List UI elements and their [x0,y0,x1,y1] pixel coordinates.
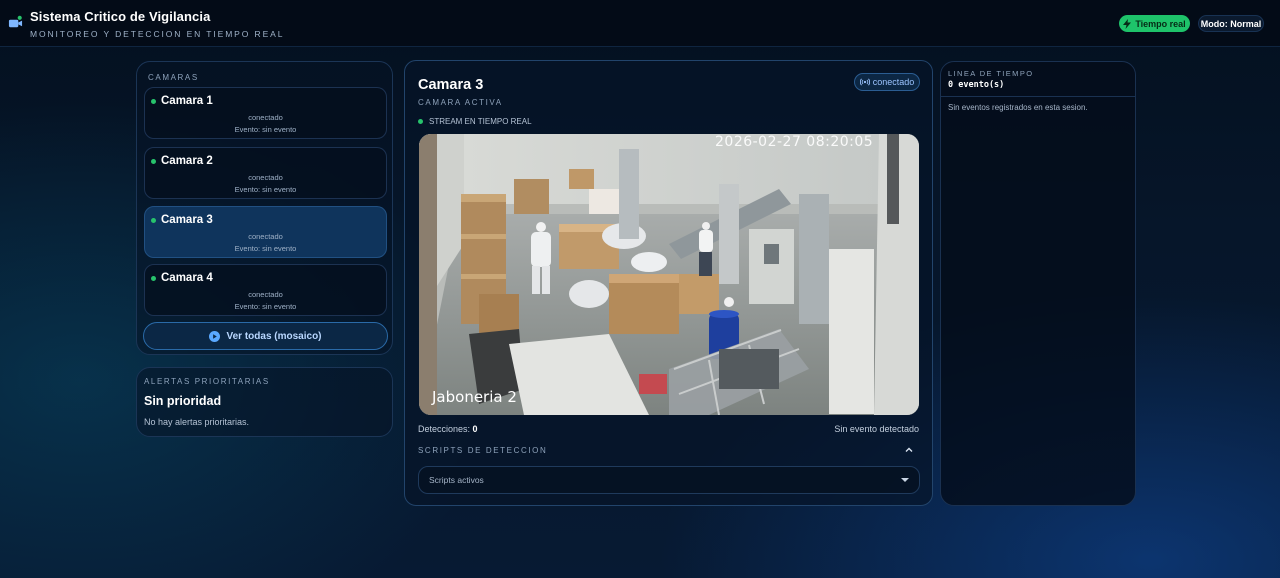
camera-status: conectado [248,113,283,122]
connection-badge: conectado [854,73,920,91]
camera-name: Camara 1 [161,95,213,107]
detections-label: Detecciones: [418,424,471,434]
online-status-dot [151,159,156,164]
active-camera-subtitle: CAMARA ACTIVA [418,98,503,107]
video-location-overlay: Jaboneria 2 [432,388,517,406]
camera-name: Camara 2 [161,155,213,167]
view-mosaic-label: Ver todas (mosaico) [226,330,322,342]
camera-card-1[interactable]: Camara 1 conectado Evento: sin evento [144,87,387,139]
video-feed[interactable]: 2026-02-27 08:20:05 Jaboneria 2 [419,134,919,415]
mode-badge: Modo: Normal [1198,15,1264,32]
broadcast-icon [859,78,870,86]
priority-alerts-panel: ALERTAS PRIORITARIAS Sin prioridad No ha… [136,367,393,437]
app-header: Sistema Critico de Vigilancia MONITOREO … [0,0,1280,47]
stream-label: STREAM EN TIEMPO REAL [429,117,532,126]
chevron-up-icon[interactable] [904,445,914,455]
alerts-empty-text: No hay alertas prioritarias. [144,417,250,427]
active-camera-panel: Camara 3 CAMARA ACTIVA conectado STREAM … [404,60,933,506]
app-subtitle: MONITOREO Y DETECCION EN TIEMPO REAL [30,29,285,39]
camera-event: Evento: sin evento [234,302,297,311]
scripts-dropdown-value: Scripts activos [429,475,484,485]
online-status-dot [151,276,156,281]
camera-name: Camara 4 [161,272,213,284]
app-title: Sistema Critico de Vigilancia [30,9,211,24]
play-circle-icon [209,330,221,342]
factory-video-frame [419,134,919,415]
scripts-dropdown[interactable]: Scripts activos [418,466,920,494]
live-badge-label: Tiempo real [1135,18,1186,29]
cameras-caption: CAMARAS [148,73,199,82]
camera-status: conectado [248,232,283,241]
camera-event: Evento: sin evento [234,185,297,194]
live-dot [418,119,423,124]
detections-count: 0 [472,424,478,434]
camera-card-3[interactable]: Camara 3 conectado Evento: sin evento [144,206,387,258]
online-status-dot [151,218,156,223]
video-timestamp-overlay: 2026-02-27 08:20:05 [715,134,874,150]
cameras-panel: CAMARAS Camara 1 conectado Evento: sin e… [136,61,393,355]
stream-indicator: STREAM EN TIEMPO REAL [418,117,532,126]
scripts-caption: SCRIPTS DE DETECCION [418,446,548,455]
view-mosaic-button[interactable]: Ver todas (mosaico) [143,322,388,350]
camera-card-2[interactable]: Camara 2 conectado Evento: sin evento [144,147,387,199]
online-status-dot [151,99,156,104]
camera-event: Evento: sin evento [234,125,297,134]
camera-status: conectado [248,290,283,299]
camera-event: Evento: sin evento [234,244,297,253]
detections-counter: Detecciones: 0 [418,424,478,434]
connection-badge-label: conectado [872,77,915,87]
timeline-event-count: 0 evento(s) [948,80,1005,90]
camera-status: conectado [248,173,283,182]
video-camera-icon [8,15,23,28]
active-camera-title: Camara 3 [418,77,484,93]
timeline-caption: LINEA DE TIEMPO [948,69,1034,78]
timeline-divider [941,96,1135,97]
lightning-icon [1123,18,1132,29]
live-badge: Tiempo real [1119,15,1190,32]
timeline-empty-text: Sin eventos registrados en esta sesion. [948,103,1088,112]
timeline-panel: LINEA DE TIEMPO 0 evento(s) Sin eventos … [940,61,1136,506]
chevron-down-icon [901,478,909,482]
alerts-title: Sin prioridad [144,394,222,408]
camera-card-4[interactable]: Camara 4 conectado Evento: sin evento [144,264,387,316]
alerts-caption: ALERTAS PRIORITARIAS [144,377,270,386]
camera-name: Camara 3 [161,214,213,226]
detection-status: Sin evento detectado [834,424,919,434]
